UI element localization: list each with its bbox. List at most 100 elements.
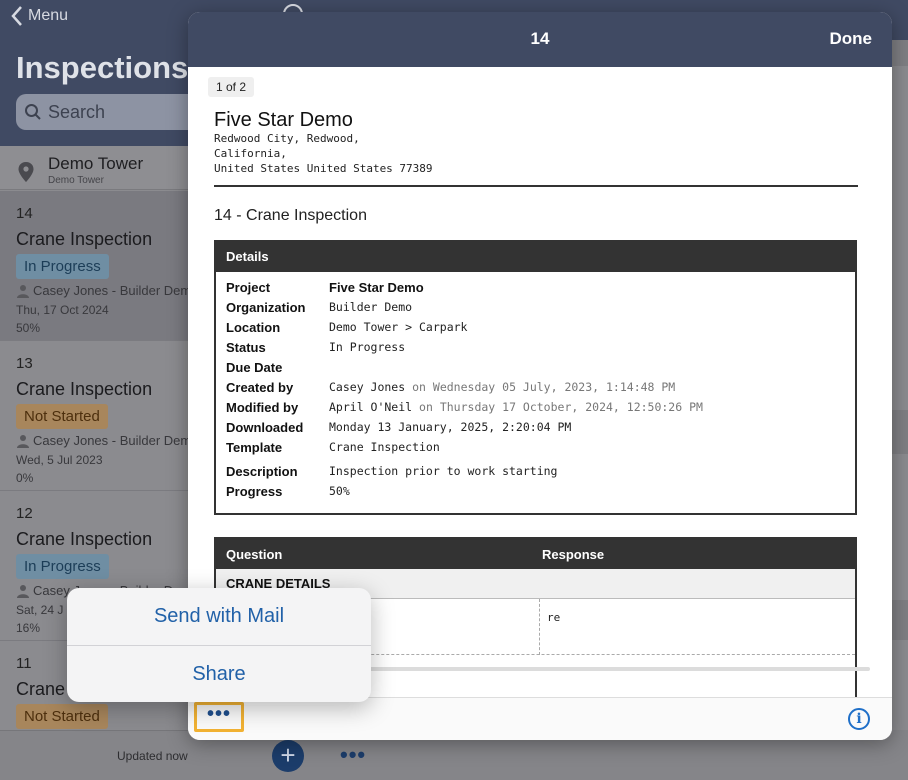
assignee-name: Casey Jones - Builder Dem — [33, 433, 192, 448]
detail-row-description: Description Inspection prior to work star… — [226, 464, 557, 479]
send-with-mail-option[interactable]: Send with Mail — [67, 588, 371, 645]
detail-row-location: Location Demo Tower > Carpark — [226, 320, 467, 335]
search-input[interactable]: Search — [16, 94, 216, 130]
assignee: Casey Jones - Builder Dem — [16, 433, 191, 448]
search-icon — [25, 104, 41, 120]
column-divider — [539, 599, 540, 655]
inspection-date: Wed, 5 Jul 2023 — [16, 453, 103, 467]
detail-key: Location — [226, 320, 281, 335]
detail-value: April O'Neil on Thursday 17 October, 202… — [329, 400, 703, 415]
site-name: Demo Tower — [48, 154, 144, 173]
detail-row-project: Project Five Star Demo — [226, 280, 424, 295]
share-option[interactable]: Share — [67, 646, 371, 702]
menu-back-label: Menu — [28, 7, 69, 24]
detail-row-modified-by: Modified by April O'Neil on Thursday 17 O… — [226, 400, 703, 415]
detail-value: Builder Demo — [329, 300, 413, 314]
status-badge: Not Started — [16, 404, 108, 429]
detail-key: Modified by — [226, 400, 299, 415]
inspection-progress: 16% — [16, 621, 41, 635]
detail-key: Description — [226, 464, 298, 479]
modified-by-name: April O'Neil — [329, 400, 413, 414]
detail-value: Monday 13 January, 2025, 2:20:04 PM — [329, 420, 572, 434]
inspection-progress: 50% — [16, 321, 41, 335]
detail-row-template: Template Crane Inspection — [226, 440, 440, 455]
inspection-number: 11 — [16, 655, 32, 672]
sheet-title: 14 — [530, 29, 550, 48]
detail-value: Crane Inspection — [329, 440, 440, 454]
status-badge: In Progress — [16, 254, 109, 279]
created-timestamp: Wednesday 05 July, 2023, 1:14:48 PM — [432, 380, 676, 394]
header-divider — [214, 185, 858, 187]
sheet-toolbar: ••• i — [188, 697, 892, 740]
detail-strip — [892, 600, 908, 640]
inspection-date: Sat, 24 J — [16, 603, 64, 617]
detail-strip — [892, 40, 908, 66]
person-icon — [17, 434, 29, 448]
details-header: Details — [216, 242, 855, 272]
inspection-number: 14 — [16, 205, 33, 222]
detail-key: Progress — [226, 484, 283, 499]
inspection-heading: 14 - Crane Inspection — [214, 207, 367, 224]
assignee: Casey Jones - Builder Dem — [16, 283, 191, 298]
done-button[interactable]: Done — [830, 29, 873, 49]
status-badge: In Progress — [16, 554, 109, 579]
location-pin-icon — [18, 162, 34, 182]
detail-value: Inspection prior to work starting — [329, 464, 558, 478]
modified-timestamp: Thursday 17 October, 2024, 12:50:26 PM — [439, 400, 703, 414]
updated-status: Updated now — [117, 749, 188, 763]
created-by-name: Casey Jones — [329, 380, 406, 394]
add-inspection-button[interactable]: + — [272, 740, 304, 772]
person-icon — [17, 284, 29, 298]
modified-on-label: on — [419, 400, 433, 414]
inspection-title: Crane Inspection — [16, 379, 153, 399]
inspection-date: Thu, 17 Oct 2024 — [16, 303, 109, 317]
more-options-button[interactable]: ••• — [194, 702, 244, 732]
detail-key: Status — [226, 340, 266, 355]
menu-back-button[interactable]: Menu — [10, 5, 68, 27]
inspection-progress: 0% — [16, 471, 34, 485]
detail-row-status: Status In Progress — [226, 340, 405, 355]
detail-key: Project — [226, 280, 271, 295]
inspection-title: Crane — [16, 679, 66, 699]
organization-address: Redwood City, Redwood, California, Unite… — [214, 131, 433, 176]
sheet-navbar: 14 Done — [188, 12, 892, 67]
person-icon — [17, 584, 29, 598]
detail-row-progress: Progress 50% — [226, 484, 350, 499]
info-icon[interactable]: i — [848, 708, 870, 730]
search-placeholder: Search — [48, 101, 106, 122]
detail-value: 50% — [329, 484, 350, 498]
inspection-title: Crane Inspection — [16, 229, 153, 249]
inspection-title: Crane Inspection — [16, 529, 153, 549]
detail-row-due-date: Due Date — [226, 360, 329, 375]
questions-header: Question Response — [216, 539, 855, 569]
inspection-number: 12 — [16, 505, 33, 522]
detail-key: Created by — [226, 380, 294, 395]
assignee-name: Casey Jones - Builder Dem — [33, 283, 192, 298]
detail-more-button[interactable]: ••• — [340, 742, 366, 768]
inspection-number: 13 — [16, 355, 33, 372]
detail-value: Demo Tower > Carpark — [329, 320, 468, 334]
created-on-label: on — [412, 380, 426, 394]
detail-value: In Progress — [329, 340, 406, 354]
response-column-header: Response — [542, 547, 605, 562]
chevron-left-icon — [11, 6, 22, 26]
detail-value: Casey Jones on Wednesday 05 July, 2023, … — [329, 380, 675, 395]
detail-row-downloaded: Downloaded Monday 13 January, 2025, 2:20:… — [226, 420, 571, 435]
detail-value: Five Star Demo — [329, 280, 424, 295]
page-indicator: 1 of 2 — [208, 77, 255, 97]
organization-name: Five Star Demo — [214, 109, 353, 131]
address-line: Redwood City, Redwood, — [214, 132, 360, 145]
detail-key: Due Date — [226, 360, 283, 375]
share-options-popover: Send with Mail Share — [67, 588, 371, 702]
response-cell: re — [547, 611, 561, 624]
detail-strip — [892, 410, 908, 454]
detail-key: Downloaded — [226, 420, 304, 435]
question-column-header: Question — [226, 547, 283, 562]
address-line: California, — [214, 147, 287, 160]
detail-row-organization: Organization Builder Demo — [226, 300, 412, 315]
address-line: United States United States 77389 — [214, 162, 433, 175]
site-subtitle: Demo Tower — [48, 175, 104, 186]
detail-row-created-by: Created by Casey Jones on Wednesday 05 Ju… — [226, 380, 675, 395]
details-table: Details Project Five Star Demo Organizati… — [214, 240, 857, 515]
page-title: Inspections — [16, 50, 189, 85]
